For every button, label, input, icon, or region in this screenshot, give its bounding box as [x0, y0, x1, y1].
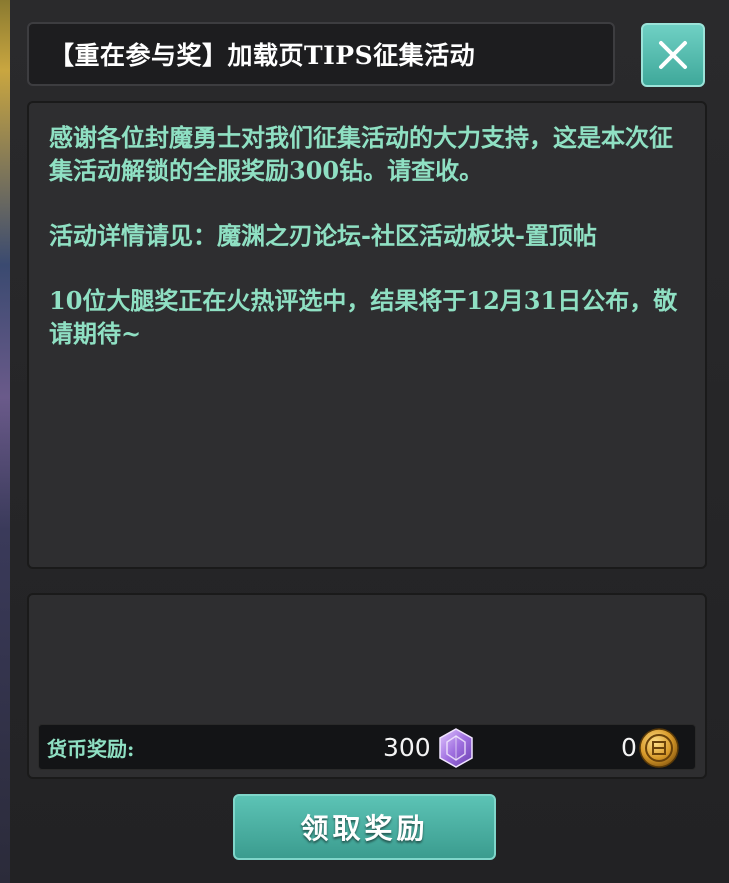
- currency-reward-label: 货币奖励:: [47, 736, 135, 761]
- diamond-icon: [439, 728, 473, 768]
- background-edge: [0, 0, 10, 883]
- diamond-amount: 300: [383, 732, 431, 762]
- dialog-title: 【重在参与奖】加载页TIPS征集活动: [27, 22, 615, 86]
- gold-coin-icon: [639, 728, 679, 768]
- reward-dialog: 【重在参与奖】加载页TIPS征集活动 感谢各位封魔勇士对我们征集活动的大力支持，…: [0, 0, 729, 883]
- close-icon: [659, 41, 687, 69]
- gold-amount: 0: [621, 732, 637, 762]
- claim-reward-button[interactable]: 领取奖励: [233, 794, 496, 860]
- currency-reward-bar: 货币奖励: 300 0: [38, 724, 696, 770]
- message-paragraph-2: 活动详情请见：魔渊之刃论坛-社区活动板块-置顶帖: [49, 221, 597, 250]
- message-paragraph-1: 感谢各位封魔勇士对我们征集活动的大力支持，这是本次征集活动解锁的全服奖励300钻…: [49, 123, 673, 185]
- close-button[interactable]: [641, 23, 705, 87]
- message-panel: 感谢各位封魔勇士对我们征集活动的大力支持，这是本次征集活动解锁的全服奖励300钻…: [27, 101, 707, 569]
- message-paragraph-3: 10位大腿奖正在火热评选中，结果将于12月31日公布，敬请期待~: [49, 286, 678, 348]
